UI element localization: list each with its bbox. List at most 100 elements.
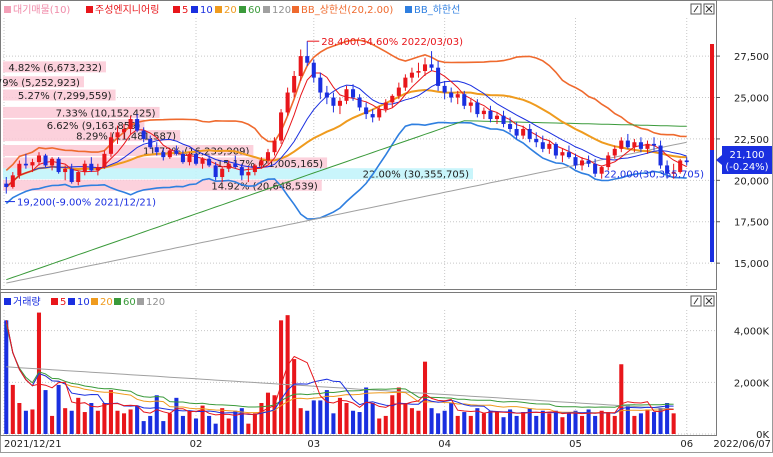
date-tick-label: 05: [569, 439, 582, 450]
candle-body: [141, 130, 146, 139]
volume-bar: [180, 415, 185, 434]
legend-swatch-ma60: [239, 6, 246, 13]
volume-bar: [501, 417, 506, 434]
candle-body: [69, 168, 74, 182]
candle-body: [213, 165, 218, 178]
candle-body: [632, 142, 637, 148]
candle-body: [442, 85, 447, 93]
candle-body: [625, 140, 630, 148]
candle-body: [658, 145, 663, 166]
candle-body: [128, 119, 133, 129]
volume-bar: [612, 415, 617, 434]
volume-bar: [593, 415, 598, 434]
legend-vma5[interactable]: 5: [60, 297, 66, 308]
volume-bar: [344, 403, 349, 434]
candle-body: [468, 102, 473, 106]
candle-body: [95, 167, 100, 171]
volume-bar: [298, 408, 303, 434]
volume-bar: [279, 320, 284, 434]
legend-ma10[interactable]: 10: [200, 5, 213, 16]
legend-vma20[interactable]: 20: [100, 297, 113, 308]
legend-vma10[interactable]: 10: [77, 297, 90, 308]
volume-bar: [63, 408, 68, 434]
candle-body: [351, 89, 356, 98]
candle-body: [547, 143, 552, 149]
volume-bar: [409, 408, 414, 434]
price-range-bar-down: [710, 150, 714, 262]
volume-bar: [30, 409, 35, 434]
legend-avg-volume[interactable]: 대기매물(10): [13, 4, 70, 16]
volume-bar: [665, 403, 670, 434]
legend-ma5[interactable]: 5: [182, 5, 188, 16]
volume-bar: [468, 415, 473, 434]
candle-body: [494, 115, 500, 120]
candle-body: [17, 163, 22, 176]
volume-bar: [651, 412, 657, 434]
legend-swatch-ma120: [263, 6, 270, 13]
volume-bar: [50, 415, 55, 434]
legend-vma120[interactable]: 120: [146, 297, 165, 308]
current-change-label: (-0.24%): [725, 162, 768, 173]
volume-profile-label: 22.00% (30,355,705): [363, 170, 469, 181]
candle-body: [514, 128, 519, 136]
candle-body: [403, 77, 408, 88]
volume-bar: [141, 421, 146, 434]
volume-bar: [23, 410, 28, 434]
candle-body: [298, 56, 303, 76]
candle-body: [102, 153, 107, 168]
volume-profile-label: 14.92% (20,648,539): [211, 181, 317, 192]
candle-body: [383, 102, 388, 110]
candle-body: [50, 158, 55, 166]
legend-bb-lower[interactable]: BB_하한선: [414, 3, 460, 16]
candle-body: [246, 172, 251, 176]
volume-bar: [514, 415, 519, 434]
chart-canvas: 4.82% (6,673,232) 3.79% (5,252,923) 5.27% …: [0, 0, 773, 453]
volume-bar: [547, 413, 552, 434]
date-tick-label: 03: [307, 439, 320, 450]
volume-bar: [442, 410, 447, 434]
legend-ma120[interactable]: 120: [272, 5, 291, 16]
volume-profile-label: 4.82% (6,673,232): [8, 63, 102, 74]
legend-stock-name[interactable]: 주성엔지니어링: [95, 4, 159, 16]
candle-body: [357, 97, 362, 108]
legend-swatch-ma20: [215, 6, 222, 13]
legend-ma20[interactable]: 20: [224, 5, 237, 16]
volume-bar: [193, 418, 199, 434]
volume-bar: [292, 359, 297, 434]
candle-body: [370, 114, 375, 118]
legend-ma60[interactable]: 60: [248, 5, 261, 16]
volume-bar: [540, 410, 545, 434]
candle-body: [272, 140, 277, 153]
price-tick-label: 15,000: [734, 259, 769, 270]
candle-body: [161, 152, 166, 158]
candle: [43, 153, 48, 168]
volume-bar: [161, 421, 166, 434]
volume-bar: [455, 415, 460, 434]
candle-body: [259, 160, 264, 166]
legend-swatch-bb-lower: [405, 6, 412, 13]
candle-body: [193, 153, 199, 164]
volume-bar: [632, 415, 637, 434]
volume-bar: [357, 412, 362, 434]
candle-body: [4, 183, 9, 187]
legend-vma60[interactable]: 60: [123, 297, 136, 308]
volume-bar: [481, 413, 486, 434]
candle-body: [154, 147, 159, 153]
candle-body: [23, 163, 28, 166]
volume-bar: [429, 408, 434, 434]
price-tick-label: 27,500: [734, 52, 769, 63]
volume-bar: [436, 413, 441, 434]
candle-body: [122, 128, 127, 133]
volume-bar: [573, 410, 578, 434]
candle-body: [318, 77, 323, 93]
candle-body: [305, 56, 310, 63]
volume-bar: [449, 403, 454, 434]
volume-bar: [115, 410, 120, 434]
candle-body: [612, 148, 617, 156]
legend-volume[interactable]: 거래량: [13, 296, 41, 308]
price-tick-label: 25,000: [734, 94, 769, 105]
volume-bar: [69, 410, 74, 434]
legend-bb-upper[interactable]: BB_상한선(20,2.00): [301, 4, 393, 16]
stock-chart-window: 4.82% (6,673,232) 3.79% (5,252,923) 5.27% …: [0, 0, 773, 453]
legend-swatch-vma5: [51, 298, 58, 305]
